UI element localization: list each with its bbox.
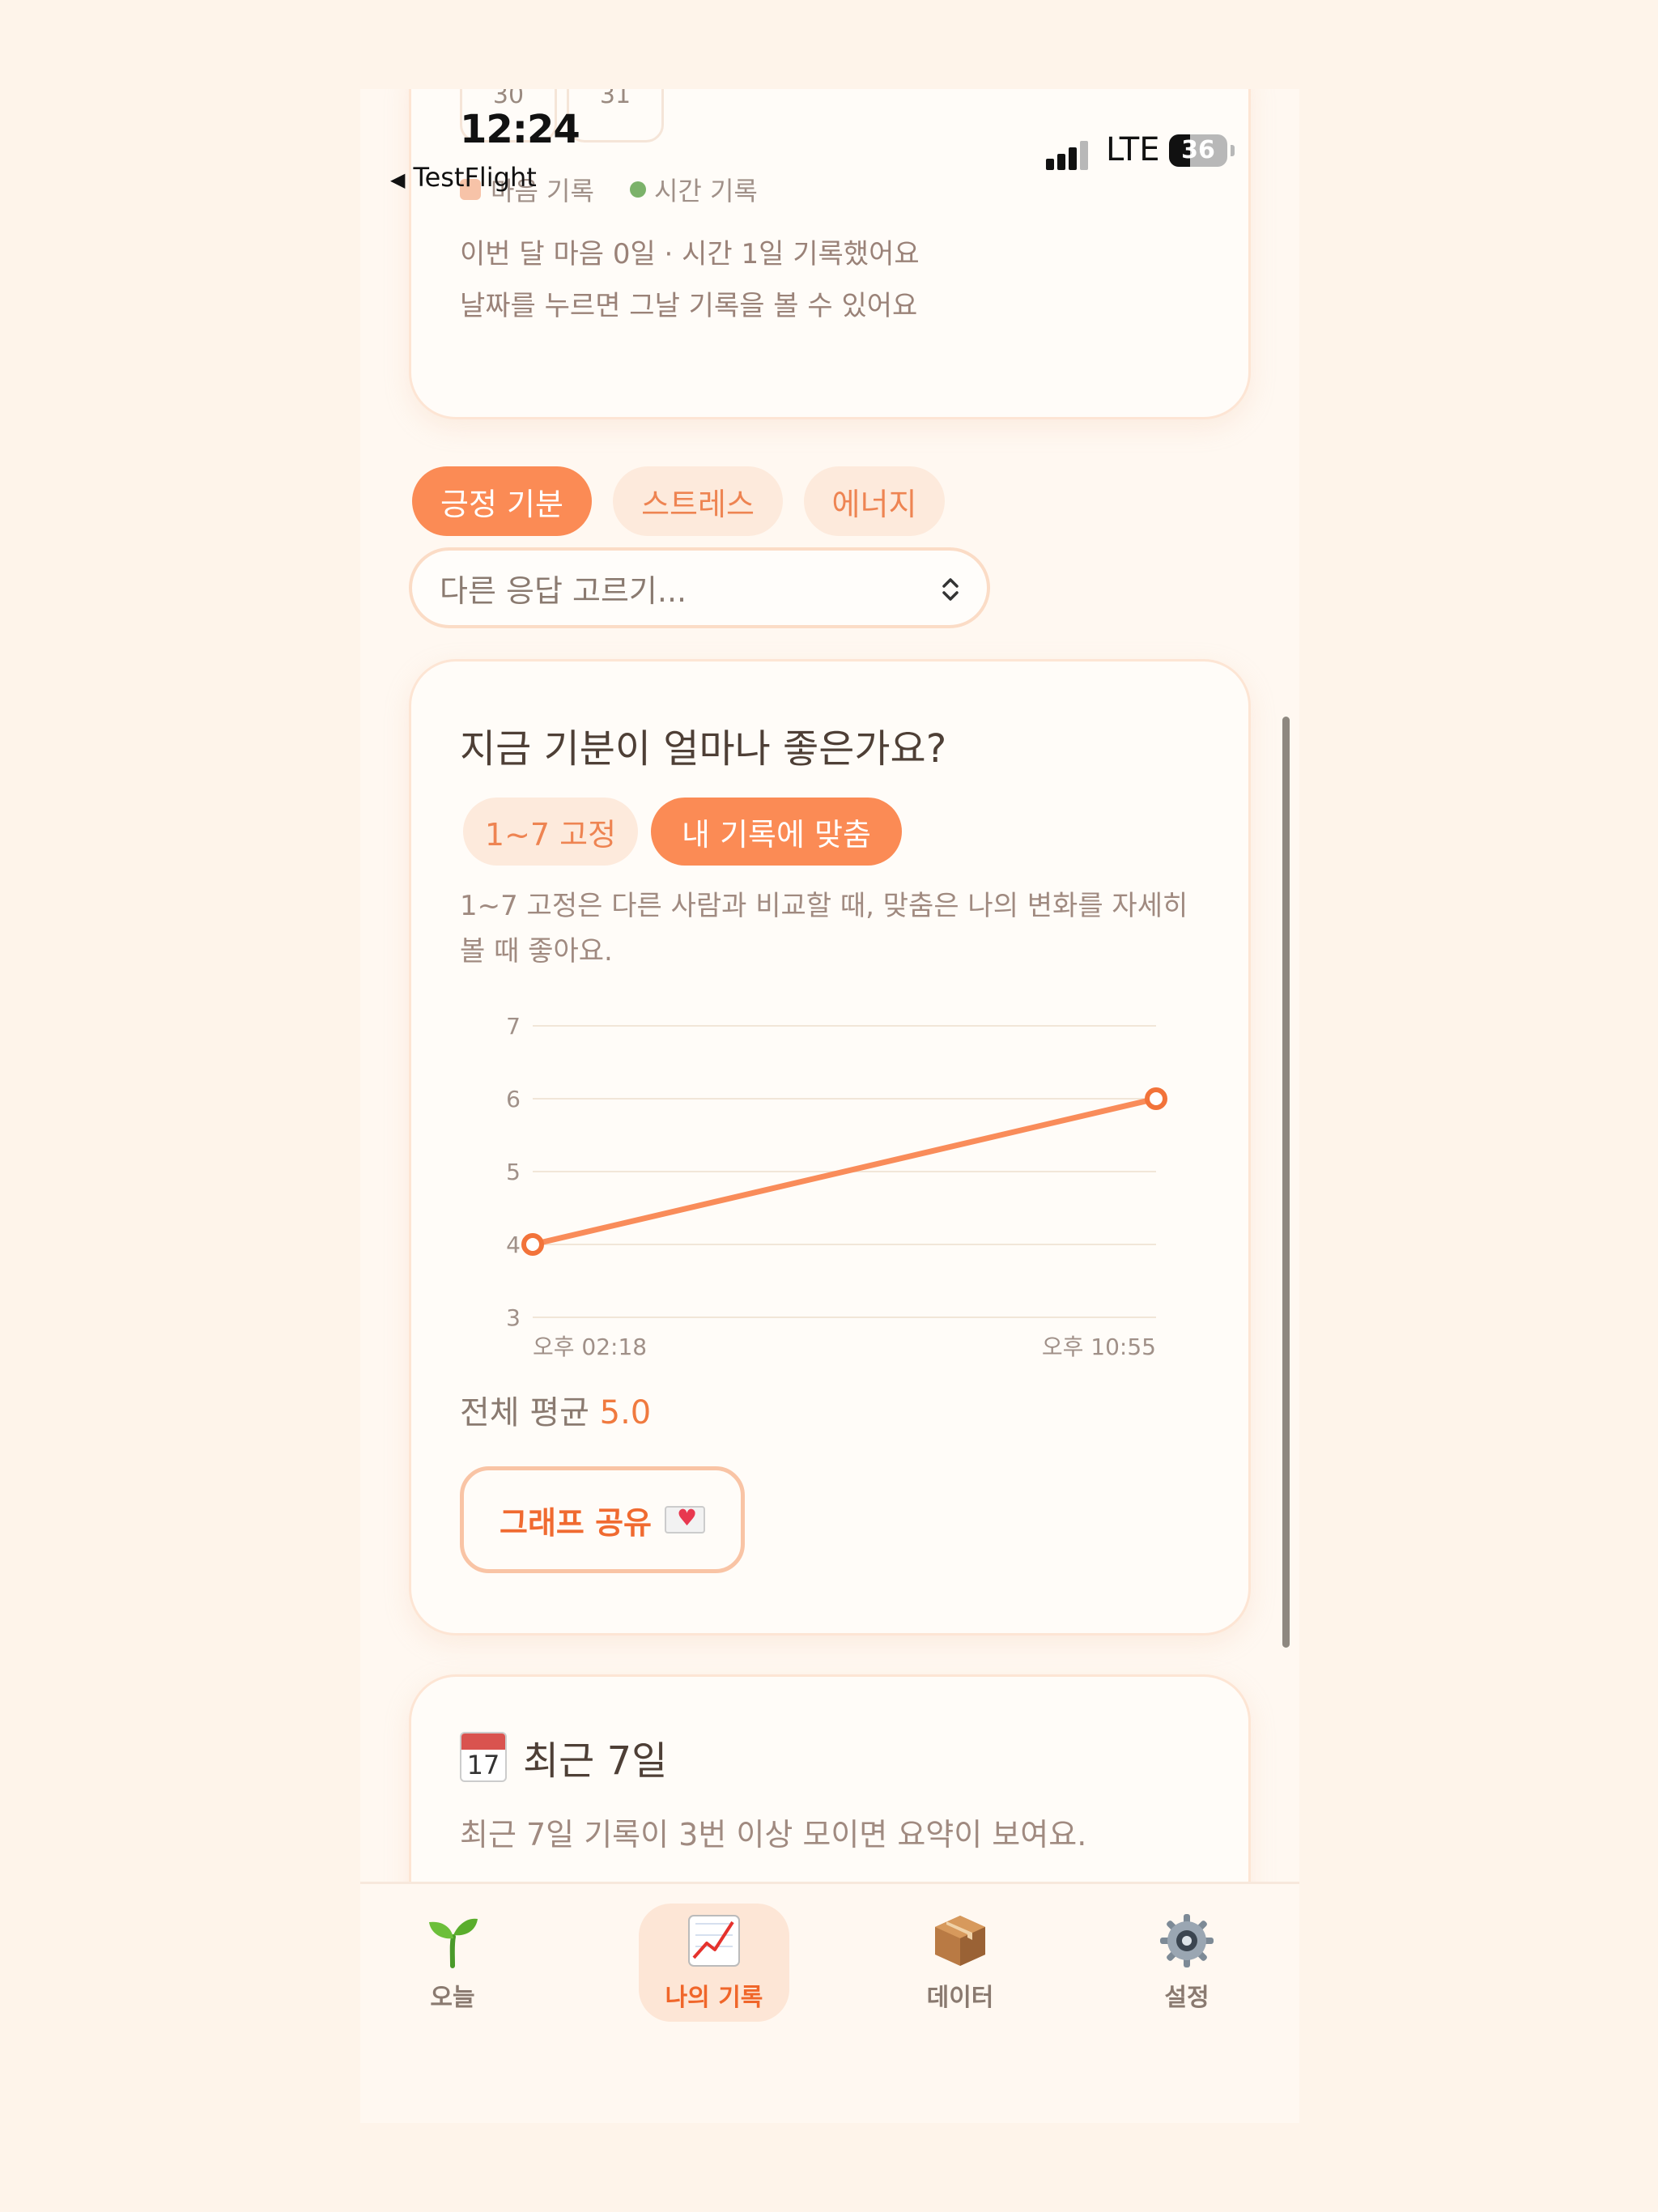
question-card: 지금 기분이 얼마나 좋은가요? 1~7 고정 내 기록에 맞춤 1~7 고정은… xyxy=(409,659,1251,1636)
scale-fixed-button[interactable]: 1~7 고정 xyxy=(463,798,638,866)
app-screen: 30 31 마음 기록 시간 기록 이번 달 마음 0일 · 시간 1일 기록했… xyxy=(360,89,1299,2123)
y-tick-label: 4 xyxy=(506,1231,521,1258)
month-summary: 이번 달 마음 0일 · 시간 1일 기록했어요 xyxy=(460,238,920,270)
question-title: 지금 기분이 얼마나 좋은가요? xyxy=(460,726,947,772)
x-tick-label: 오후 10:55 xyxy=(1042,1334,1156,1358)
recent-description: 최근 7일 기록이 3번 이상 모이면 요약이 보여요. xyxy=(460,1817,1087,1853)
nav-my-records[interactable]: 나의 기록 xyxy=(639,1904,789,2022)
mood-legend-swatch xyxy=(460,179,481,200)
calendar-day[interactable]: 31 xyxy=(567,89,664,143)
calendar-card: 30 31 마음 기록 시간 기록 이번 달 마음 0일 · 시간 1일 기록했… xyxy=(409,89,1251,419)
overall-average: 전체 평균 5.0 xyxy=(460,1386,651,1433)
gear-icon xyxy=(1160,1914,1214,1967)
mood-legend-label: 마음 기록 xyxy=(491,176,594,206)
data-point xyxy=(521,1233,544,1256)
scale-description: 1~7 고정은 다른 사람과 비교할 때, 맞춤은 나의 변화를 자세히 볼 때… xyxy=(460,890,1188,968)
scale-custom-button[interactable]: 내 기록에 맞춤 xyxy=(651,798,902,866)
nav-label: 설정 xyxy=(1164,1984,1209,2012)
tab-stress[interactable]: 스트레스 xyxy=(613,466,783,536)
chart-icon xyxy=(688,1915,740,1967)
calendar-hint: 날짜를 누르면 그날 기록을 볼 수 있어요 xyxy=(460,290,918,322)
calendar-day[interactable]: 30 xyxy=(460,89,557,143)
bottom-tab-bar: 오늘 나의 기록 데이터 설정 xyxy=(360,1882,1299,2123)
share-label: 그래프 공유 xyxy=(499,1504,653,1541)
y-tick-label: 6 xyxy=(506,1086,521,1112)
tab-positive-mood[interactable]: 긍정 기분 xyxy=(412,466,592,536)
calendar-legend: 마음 기록 시간 기록 xyxy=(460,171,758,208)
chevron-up-down-icon xyxy=(942,578,959,601)
scrollbar[interactable] xyxy=(1282,717,1290,1648)
y-tick-label: 3 xyxy=(506,1304,521,1331)
time-legend-dot xyxy=(629,181,646,198)
response-select[interactable]: 다른 응답 고르기... xyxy=(409,547,990,628)
box-icon xyxy=(935,1916,985,1966)
nav-label: 나의 기록 xyxy=(665,1984,763,2012)
response-select-placeholder: 다른 응답 고르기... xyxy=(440,572,687,609)
love-letter-icon xyxy=(665,1504,706,1534)
average-label: 전체 평균 xyxy=(460,1394,589,1431)
average-value: 5.0 xyxy=(599,1394,652,1431)
recent-title-row: 17 최근 7일 xyxy=(460,1729,667,1785)
share-graph-button[interactable]: 그래프 공유 xyxy=(460,1466,745,1573)
y-tick-label: 5 xyxy=(506,1159,521,1185)
sprout-icon xyxy=(429,1918,478,1968)
time-legend-label: 시간 기록 xyxy=(653,176,758,206)
recent-title: 최근 7일 xyxy=(523,1738,668,1784)
nav-today[interactable]: 오늘 xyxy=(377,1904,528,2022)
nav-label: 오늘 xyxy=(430,1984,475,2012)
x-tick-label: 오후 02:18 xyxy=(533,1334,647,1358)
calendar-icon: 17 xyxy=(460,1732,507,1782)
nav-settings[interactable]: 설정 xyxy=(1112,1904,1262,2022)
nav-label: 데이터 xyxy=(926,1984,994,2012)
data-point xyxy=(1145,1087,1167,1110)
mood-line-chart: 3 4 5 6 7 오후 02:18 오후 10:55 xyxy=(506,1013,1167,1358)
tab-energy[interactable]: 에너지 xyxy=(804,466,945,536)
y-tick-label: 7 xyxy=(506,1013,521,1040)
nav-data[interactable]: 데이터 xyxy=(885,1904,1035,2022)
